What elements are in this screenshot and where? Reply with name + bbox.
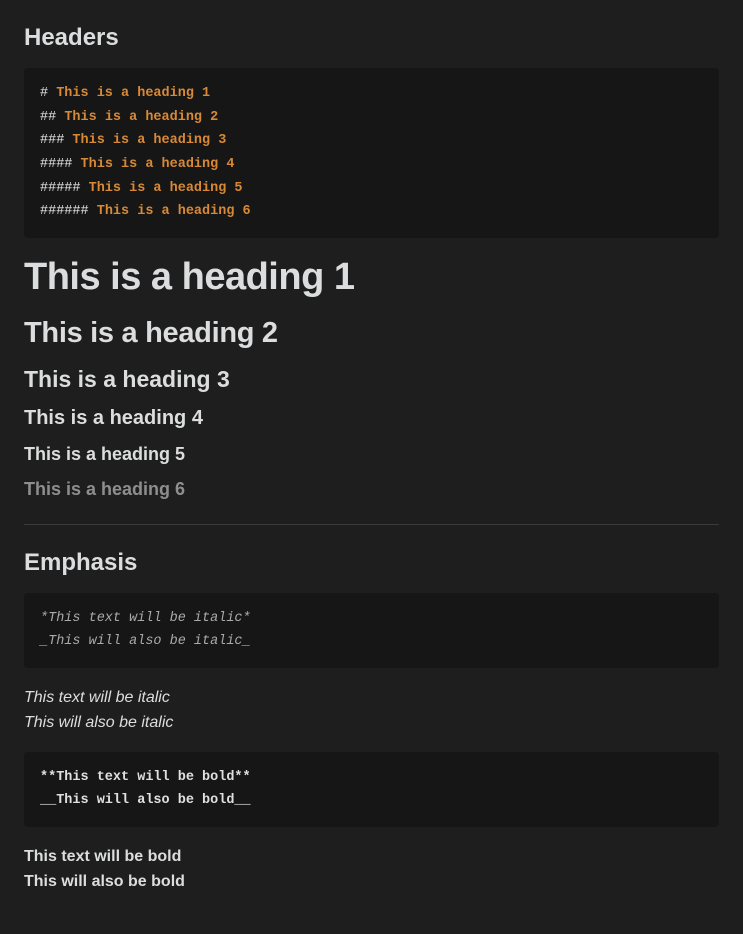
code-heading-text: This is a heading 4 (81, 157, 235, 172)
code-block-italic: *This text will be italic* _This will al… (24, 593, 719, 668)
code-line: *This text will be italic* (40, 607, 703, 631)
code-hash: #### (40, 157, 81, 172)
code-hash: ### (40, 133, 72, 148)
code-line: ###### This is a heading 6 (40, 200, 703, 224)
section-divider (24, 524, 719, 525)
section-title-emphasis: Emphasis (24, 549, 719, 577)
section-title-headers: Headers (24, 24, 719, 52)
rendered-italic-text: This text will be italic (24, 686, 719, 711)
code-hash: # (40, 86, 56, 101)
code-line: ### This is a heading 3 (40, 129, 703, 153)
rendered-bold-text: This text will be bold (24, 845, 719, 870)
code-line: **This text will be bold** (40, 766, 703, 790)
code-line: _This will also be italic_ (40, 630, 703, 654)
code-line: #### This is a heading 4 (40, 153, 703, 177)
rendered-heading-6: This is a heading 6 (24, 479, 719, 500)
code-block-headers: # This is a heading 1 ## This is a headi… (24, 68, 719, 238)
rendered-heading-5: This is a heading 5 (24, 444, 719, 465)
rendered-italic-block: This text will be italic This will also … (24, 686, 719, 736)
code-line: ##### This is a heading 5 (40, 177, 703, 201)
rendered-italic-text: This will also be italic (24, 711, 719, 736)
code-line: ## This is a heading 2 (40, 106, 703, 130)
code-block-bold: **This text will be bold** __This will a… (24, 752, 719, 827)
code-line: # This is a heading 1 (40, 82, 703, 106)
code-hash: ###### (40, 204, 97, 219)
rendered-bold-block: This text will be bold This will also be… (24, 845, 719, 895)
code-heading-text: This is a heading 6 (97, 204, 251, 219)
code-line: __This will also be bold__ (40, 789, 703, 813)
code-heading-text: This is a heading 3 (72, 133, 226, 148)
rendered-heading-2: This is a heading 2 (24, 317, 719, 350)
rendered-heading-4: This is a heading 4 (24, 407, 719, 430)
code-hash: ## (40, 110, 64, 125)
code-heading-text: This is a heading 1 (56, 86, 210, 101)
code-hash: ##### (40, 181, 89, 196)
code-heading-text: This is a heading 2 (64, 110, 218, 125)
rendered-bold-text: This will also be bold (24, 870, 719, 895)
code-heading-text: This is a heading 5 (89, 181, 243, 196)
rendered-heading-3: This is a heading 3 (24, 366, 719, 393)
rendered-heading-1: This is a heading 1 (24, 256, 719, 299)
